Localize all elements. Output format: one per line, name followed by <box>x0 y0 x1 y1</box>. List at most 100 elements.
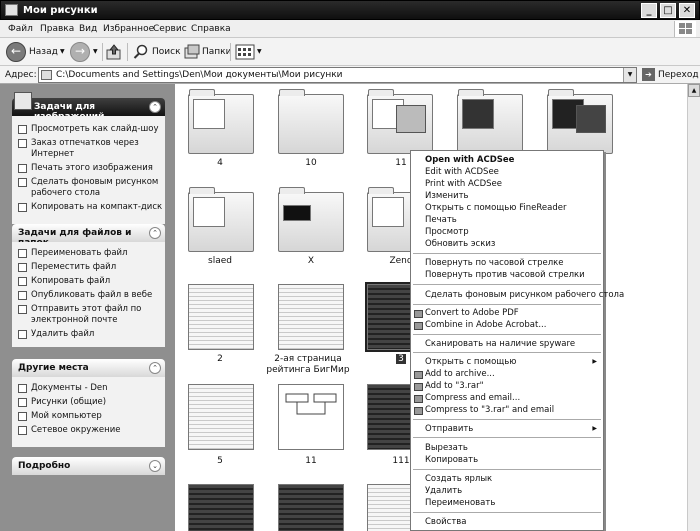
menu-refresh-thumbnail[interactable]: Обновить эскиз <box>425 239 495 249</box>
windows-logo-icon <box>674 21 696 37</box>
menu-set-wallpaper[interactable]: Сделать фоновым рисунком рабочего стола <box>425 290 624 300</box>
image-thumbnail[interactable] <box>278 484 344 531</box>
folders-button[interactable]: Папки <box>202 47 231 57</box>
thumbnail-label: 3 <box>396 354 406 364</box>
image-thumbnail[interactable] <box>188 284 254 350</box>
menu-edit[interactable]: Правка <box>40 24 74 34</box>
folder-icon <box>5 4 18 16</box>
forward-dropdown-icon[interactable]: ▼ <box>93 48 98 55</box>
folder-icon <box>41 70 52 80</box>
menu-open-with[interactable]: Открыть с помощью <box>425 357 516 367</box>
collapse-icon[interactable]: ⌃ <box>149 101 161 113</box>
menu-copy[interactable]: Копировать <box>425 455 478 465</box>
go-button[interactable]: Переход <box>658 70 699 80</box>
globe-icon <box>18 139 27 148</box>
folder-thumbnail[interactable] <box>278 88 344 154</box>
menu-properties[interactable]: Свойства <box>425 517 467 527</box>
move-icon <box>18 263 27 272</box>
menu-open-acdsee[interactable]: Open with ACDSee <box>425 155 514 165</box>
menu-combine-acrobat[interactable]: Combine in Adobe Acrobat... <box>425 320 546 330</box>
address-bar: Адрес: C:\Documents and Settings\Den\Мои… <box>0 66 700 84</box>
menu-convert-pdf[interactable]: Convert to Adobe PDF <box>425 308 519 318</box>
folder-thumbnail[interactable] <box>278 186 344 252</box>
image-thumbnail[interactable] <box>188 384 254 450</box>
search-button[interactable]: Поиск <box>152 47 181 57</box>
folder-icon <box>367 89 433 154</box>
address-label: Адрес: <box>5 70 37 80</box>
printer-icon <box>18 164 27 173</box>
thumbnail-label: slaed <box>208 256 232 266</box>
menu-delete[interactable]: Удалить <box>425 486 462 496</box>
thumbnail-label: 4 <box>217 158 223 168</box>
image-thumbnail[interactable] <box>278 284 344 350</box>
toolbar: ← Назад ▼ → ▼ Поиск Папки ▼ <box>0 38 700 66</box>
menu-print[interactable]: Печать <box>425 215 457 225</box>
menu-create-shortcut[interactable]: Создать ярлык <box>425 474 492 484</box>
menu-help[interactable]: Справка <box>191 24 231 34</box>
menu-add-rar[interactable]: Add to "3.rar" <box>425 381 484 391</box>
folder-up-icon[interactable] <box>106 44 122 60</box>
rename-icon <box>18 249 27 258</box>
menu-rotate-clockwise[interactable]: Повернуть по часовой стрелке <box>425 258 564 268</box>
folder-thumbnail[interactable] <box>547 88 613 154</box>
collapse-icon[interactable]: ⌃ <box>149 227 161 239</box>
maximize-button[interactable]: □ <box>660 3 676 18</box>
details-header[interactable]: Подробно ⌄ <box>12 457 165 475</box>
menu-view[interactable]: Вид <box>79 24 97 34</box>
close-button[interactable]: ✕ <box>679 3 695 18</box>
thumbnail-label: 2 <box>217 354 223 364</box>
menu-edit-acdsee[interactable]: Edit with ACDSee <box>425 167 499 177</box>
folder-thumbnail[interactable] <box>188 88 254 154</box>
menu-rename[interactable]: Переименовать <box>425 498 495 508</box>
back-dropdown-icon[interactable]: ▼ <box>60 48 65 55</box>
image-tasks-panel: Задачи для изображений ⌃ Просмотреть как… <box>12 92 165 224</box>
expand-icon[interactable]: ⌄ <box>149 460 161 472</box>
menu-change[interactable]: Изменить <box>425 191 469 201</box>
menu-compress-email[interactable]: Compress and email... <box>425 393 520 403</box>
back-button[interactable]: Назад <box>29 47 58 57</box>
folder-icon <box>188 89 254 154</box>
other-places-header[interactable]: Другие места ⌃ <box>12 359 165 377</box>
forward-arrow-icon[interactable]: → <box>70 42 90 62</box>
minimize-button[interactable]: _ <box>641 3 657 18</box>
winrar-icon <box>414 407 423 415</box>
menu-add-archive[interactable]: Add to archive... <box>425 369 495 379</box>
folder-icon <box>278 89 344 154</box>
folder-thumbnail[interactable] <box>367 88 433 154</box>
menu-scan-spyware[interactable]: Сканировать на наличие spyware <box>425 339 575 349</box>
menu-open-finereader[interactable]: Открыть с помощью FineReader <box>425 203 567 213</box>
copy-icon <box>18 277 27 286</box>
menu-cut[interactable]: Вырезать <box>425 443 468 453</box>
menu-send-to[interactable]: Отправить <box>425 424 473 434</box>
back-arrow-icon[interactable]: ← <box>6 42 26 62</box>
menu-favorites[interactable]: Избранное <box>103 24 154 34</box>
go-arrow-icon[interactable]: ➔ <box>642 68 655 81</box>
folder-thumbnail[interactable] <box>457 88 523 154</box>
collapse-icon[interactable]: ⌃ <box>149 362 161 374</box>
folder-thumbnail[interactable] <box>188 186 254 252</box>
context-menu: Open with ACDSee Edit with ACDSee Print … <box>410 150 624 531</box>
image-thumbnail[interactable] <box>188 484 254 531</box>
views-dropdown-icon[interactable]: ▼ <box>257 48 262 55</box>
file-tasks-header[interactable]: Задачи для файлов и папок ⌃ <box>12 224 165 248</box>
folders-icon[interactable] <box>184 44 200 60</box>
address-dropdown-icon[interactable]: ▼ <box>623 68 636 82</box>
menu-compress-rar-email[interactable]: Compress to "3.rar" and email <box>425 405 554 415</box>
menu-print-acdsee[interactable]: Print with ACDSee <box>425 179 502 189</box>
vertical-scrollbar[interactable]: ▲ <box>687 84 700 531</box>
thumbnail-label: 11 <box>305 456 317 466</box>
scroll-up-icon[interactable]: ▲ <box>688 84 700 97</box>
search-icon[interactable] <box>133 44 149 60</box>
menu-file[interactable]: Файл <box>8 24 33 34</box>
computer-icon <box>18 412 27 421</box>
menu-tools[interactable]: Сервис <box>153 24 187 34</box>
views-icon[interactable] <box>235 44 255 60</box>
menu-preview[interactable]: Просмотр <box>425 227 469 237</box>
task-pane: Задачи для изображений ⌃ Просмотреть как… <box>0 84 175 531</box>
details-title: Подробно <box>18 461 71 471</box>
menu-rotate-counterclockwise[interactable]: Повернуть против часовой стрелки <box>425 270 585 280</box>
address-input[interactable]: C:\Documents and Settings\Den\Мои докуме… <box>38 67 637 83</box>
image-thumbnail[interactable] <box>278 384 344 450</box>
image-tasks-header[interactable]: Задачи для изображений ⌃ <box>12 92 165 122</box>
pdf-icon <box>414 310 423 318</box>
